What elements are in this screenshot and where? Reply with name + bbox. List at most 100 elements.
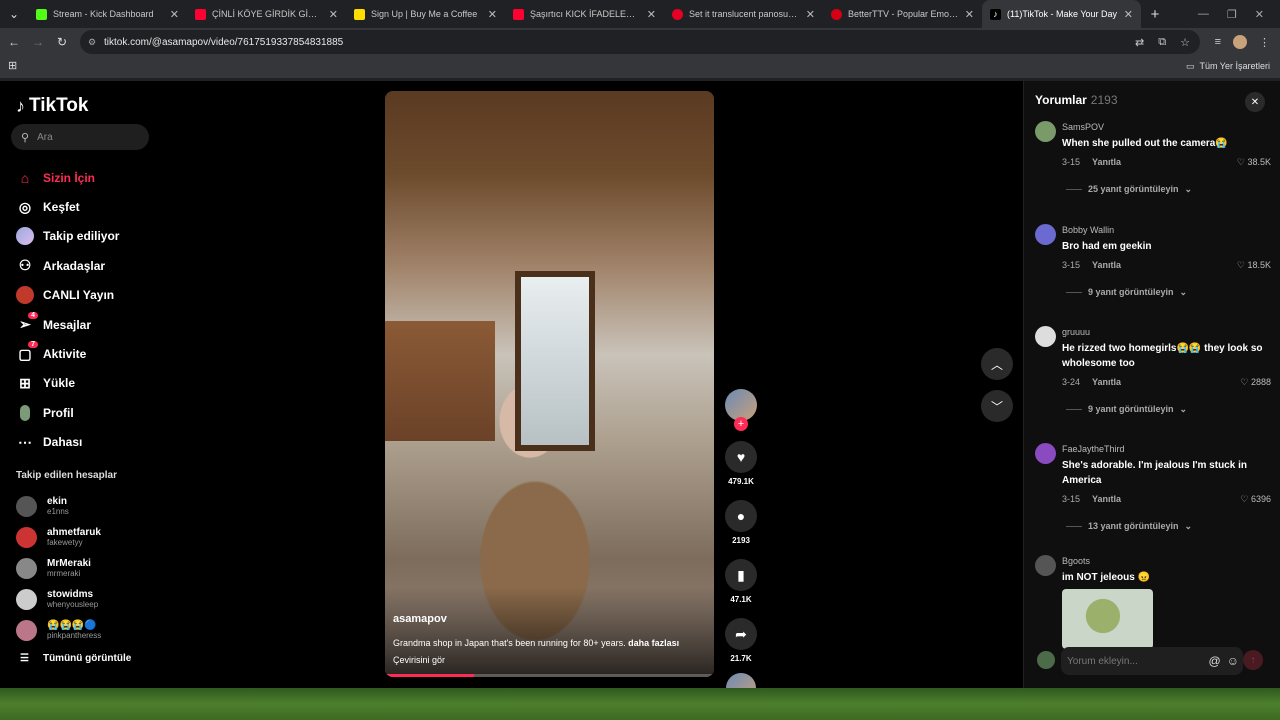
view-replies-button[interactable]: 13 yanıt görüntüleyin ⌄	[1062, 519, 1271, 533]
tiktok-logo[interactable]: ♪ TikTok	[16, 95, 88, 117]
comment-input[interactable]: Yorum ekleyin... @ ☺	[1061, 647, 1243, 675]
browser-tab[interactable]: Şaşırtıcı KICK İFADELERİ ve GİF✕	[505, 0, 664, 28]
close-tab-icon[interactable]: ✕	[170, 8, 179, 21]
share-icon[interactable]: ➦	[725, 618, 757, 650]
following-account[interactable]: ahmetfaruk fakewetyy	[16, 522, 156, 553]
restore-icon[interactable]: ❐	[1227, 8, 1237, 21]
translate-icon[interactable]: ⇄	[1135, 36, 1144, 49]
close-tab-icon[interactable]: ✕	[965, 8, 974, 21]
browser-tab[interactable]: ÇİNLİ KÖYE GİRDİK GİRMEZ OL✕	[187, 0, 346, 28]
nav-following[interactable]: Takip ediliyor	[16, 222, 156, 251]
see-more-link[interactable]: daha fazlası	[628, 638, 679, 648]
see-translation-link[interactable]: Çevirisini gör	[393, 655, 445, 665]
new-tab-button[interactable]: +	[1141, 6, 1169, 23]
browser-tab[interactable]: Stream - Kick Dashboard ✕	[28, 0, 187, 28]
reply-button[interactable]: Yanıtla	[1092, 157, 1121, 167]
comment-item: Bgoots im NOT jeleous 😠	[1035, 555, 1271, 649]
like-action[interactable]: ♥ 479.1K	[722, 441, 760, 486]
comment-item: gruuuu He rizzed two homegirls😭😭 they lo…	[1035, 326, 1271, 437]
video-progress-bar[interactable]	[385, 674, 714, 677]
reply-button[interactable]: Yanıtla	[1092, 260, 1121, 270]
comment-user[interactable]: gruuuu	[1062, 326, 1271, 338]
close-tab-icon[interactable]: ✕	[1124, 8, 1133, 21]
reload-icon[interactable]: ↻	[50, 35, 74, 49]
nav-activity[interactable]: ▢ 7 Aktivite	[16, 339, 156, 368]
close-tab-icon[interactable]: ✕	[647, 8, 656, 21]
close-comments-button[interactable]: ✕	[1245, 92, 1265, 112]
comment-user[interactable]: Bgoots	[1062, 555, 1271, 567]
nav-messages[interactable]: ➢ 4 Mesajlar	[16, 310, 156, 339]
back-icon[interactable]: ←	[2, 35, 26, 49]
nav-friends[interactable]: ⚇ Arkadaşlar	[16, 251, 156, 280]
next-video-button[interactable]: ﹀	[981, 390, 1013, 422]
video-author[interactable]: asamapov	[393, 613, 447, 625]
nav-more[interactable]: ⋯ Dahası	[16, 428, 156, 457]
apps-icon[interactable]: ⊞	[8, 59, 17, 72]
close-tab-icon[interactable]: ✕	[806, 8, 815, 21]
browser-tab-active[interactable]: ♪ (11)TikTok - Make Your Day ✕	[982, 0, 1141, 28]
comment-like[interactable]: ♡ 18.5K	[1237, 260, 1271, 271]
avatar[interactable]	[1035, 443, 1056, 464]
creator-avatar[interactable]: +	[725, 389, 757, 431]
following-accounts-list: ekin e1nns ahmetfaruk fakewetyy MrMeraki mr…	[16, 491, 156, 646]
view-replies-button[interactable]: 25 yanıt görüntüleyin ⌄	[1062, 182, 1271, 196]
reply-button[interactable]: Yanıtla	[1092, 377, 1121, 387]
heart-icon[interactable]: ♥	[725, 441, 757, 473]
save-action[interactable]: ▮ 47.1K	[722, 559, 760, 604]
browser-tab[interactable]: Sign Up | Buy Me a Coffee ✕	[346, 0, 505, 28]
avatar[interactable]	[1035, 121, 1056, 142]
menu-icon[interactable]: ⋮	[1259, 36, 1270, 49]
nav-explore[interactable]: ◎ Keşfet	[16, 192, 156, 221]
nav-profile[interactable]: Profil	[16, 398, 156, 427]
comment-user[interactable]: FaeJaytheThird	[1062, 443, 1271, 455]
avatar[interactable]	[1035, 224, 1056, 245]
kick-icon	[36, 8, 47, 20]
avatar[interactable]	[1035, 555, 1056, 576]
comment-like[interactable]: ♡ 2888	[1240, 377, 1271, 388]
comment-user[interactable]: SamsPOV	[1062, 121, 1271, 133]
view-replies-button[interactable]: 9 yanıt görüntüleyin ⌄	[1062, 285, 1271, 299]
see-all-button[interactable]: ☰ Tümünü görüntüle	[20, 653, 131, 664]
follow-plus-icon[interactable]: +	[734, 417, 748, 431]
reply-button[interactable]: Yanıtla	[1092, 494, 1121, 504]
send-comment-button[interactable]: ↑	[1243, 650, 1263, 670]
forward-icon[interactable]: →	[26, 35, 50, 49]
browser-tab[interactable]: Set it translucent panosundaki ✕	[664, 0, 823, 28]
comment-icon[interactable]: ●	[725, 500, 757, 532]
avatar[interactable]	[1035, 326, 1056, 347]
nav-live[interactable]: CANLI Yayın	[16, 281, 156, 310]
install-icon[interactable]: ⧉	[1158, 36, 1166, 49]
browser-tab[interactable]: BetterTTV - Popular Emotes ✕	[823, 0, 982, 28]
following-account[interactable]: MrMeraki mrmeraki	[16, 553, 156, 584]
share-action[interactable]: ➦ 21.7K	[722, 618, 760, 663]
bookmark-icon[interactable]: ▮	[725, 559, 757, 591]
search-input[interactable]: ⚲ Ara	[11, 124, 149, 150]
close-tab-icon[interactable]: ✕	[488, 8, 497, 21]
address-bar[interactable]: ⚙ tiktok.com/@asamapov/video/76175193378…	[80, 30, 1200, 54]
close-tab-icon[interactable]: ✕	[329, 8, 338, 21]
tab-search-icon[interactable]: ⌄	[0, 7, 28, 21]
view-replies-button[interactable]: 9 yanıt görüntüleyin ⌄	[1062, 402, 1271, 416]
video-player[interactable]: asamapov Grandma shop in Japan that's be…	[385, 91, 714, 677]
media-icon[interactable]: ≡	[1215, 36, 1221, 48]
following-account[interactable]: ekin e1nns	[16, 491, 156, 522]
nav-upload[interactable]: ⊞ Yükle	[16, 369, 156, 398]
close-window-icon[interactable]: ✕	[1255, 8, 1264, 21]
bookmark-star-icon[interactable]: ☆	[1180, 36, 1190, 49]
previous-video-button[interactable]: ︿	[981, 348, 1013, 380]
emoji-icon[interactable]: ☺	[1227, 654, 1239, 668]
minimize-icon[interactable]: —	[1198, 8, 1209, 21]
profile-avatar-icon[interactable]	[1233, 35, 1247, 49]
comment-like[interactable]: ♡ 38.5K	[1237, 157, 1271, 168]
comment-like[interactable]: ♡ 6396	[1240, 494, 1271, 505]
mention-icon[interactable]: @	[1209, 654, 1221, 668]
all-bookmarks[interactable]: ▭ Tüm Yer İşaretleri	[1186, 61, 1270, 72]
site-info-icon[interactable]: ⚙	[88, 37, 96, 48]
following-account[interactable]: 😭😭😭🔵 pinkpantheress	[16, 615, 156, 646]
comment-item: FaeJaytheThird She's adorable. I'm jealo…	[1035, 443, 1271, 549]
following-account[interactable]: stowidms whenyousleep	[16, 584, 156, 615]
comment-action[interactable]: ● 2193	[722, 500, 760, 545]
comment-sticker-image[interactable]	[1062, 589, 1153, 649]
nav-for-you[interactable]: ⌂ Sizin İçin	[16, 163, 156, 192]
comment-user[interactable]: Bobby Wallin	[1062, 224, 1271, 236]
